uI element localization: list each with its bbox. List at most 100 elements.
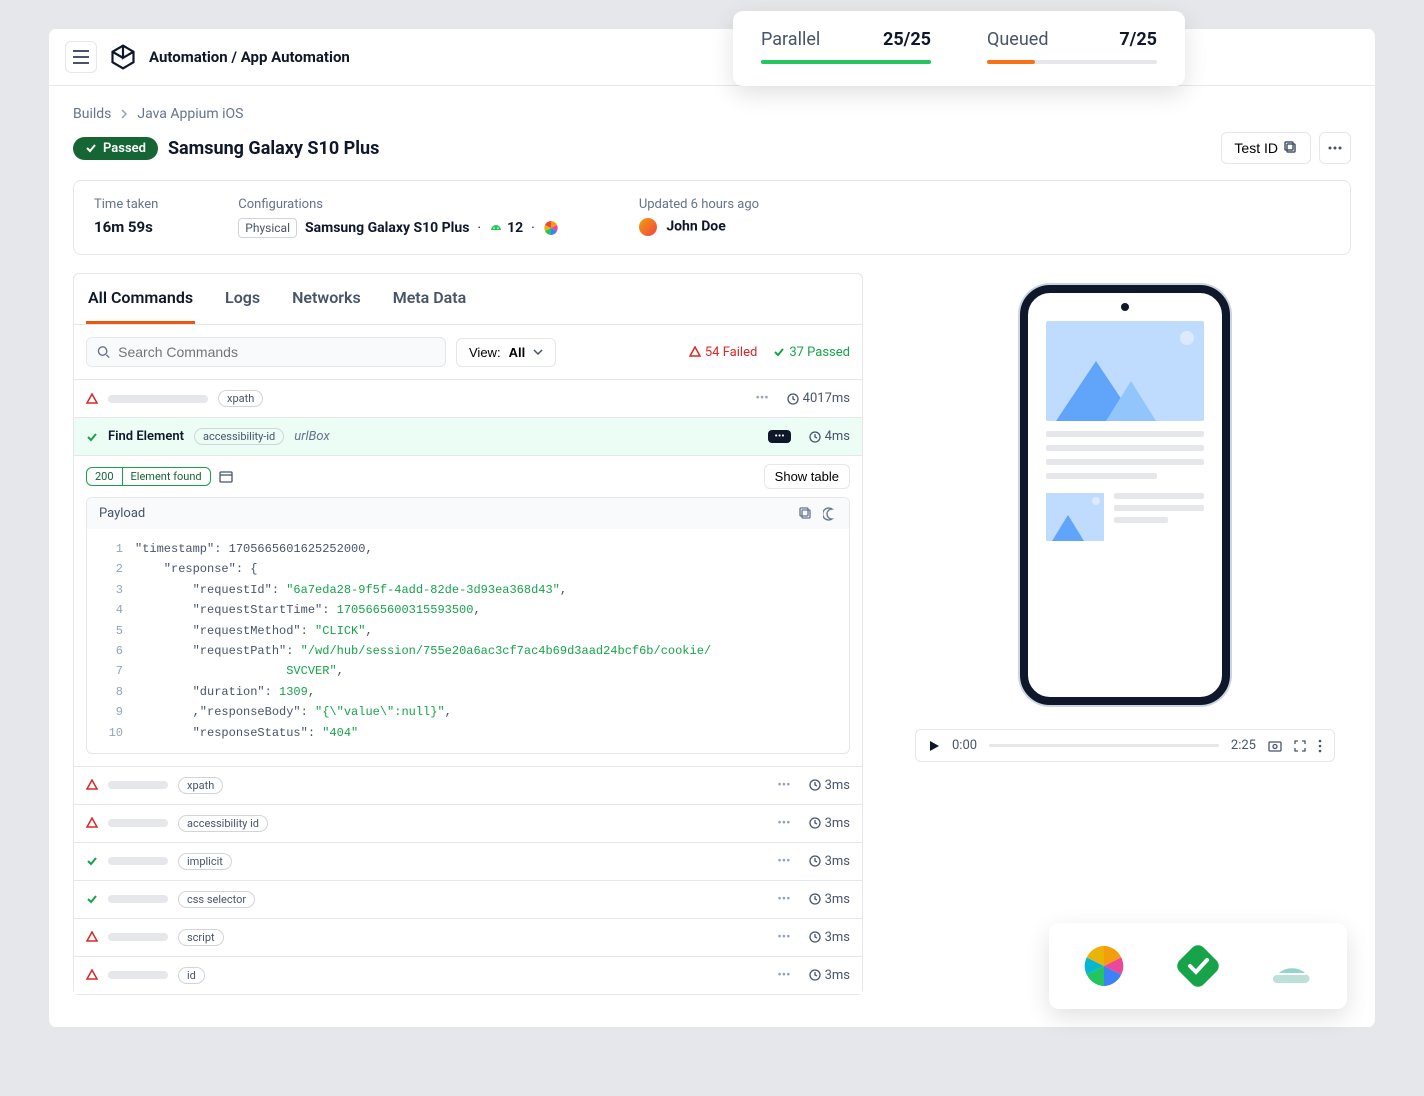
command-row[interactable]: id•••3ms [74,956,862,994]
video-player: 0:00 2:25 [915,729,1335,762]
seek-bar[interactable] [989,744,1219,747]
breadcrumb-root[interactable]: Builds [73,106,111,122]
show-table-button[interactable]: Show table [764,464,850,489]
camera-icon[interactable] [1268,740,1282,752]
queued-bar [987,60,1157,64]
parallel-bar [761,60,931,64]
skeleton [108,857,168,865]
payload-title: Payload [99,506,145,521]
tab-networks[interactable]: Networks [290,274,363,324]
row-menu[interactable]: ••• [777,854,790,869]
clock-icon [809,969,821,981]
breadcrumb: Builds Java Appium iOS [73,106,1351,122]
queued-label: Queued [987,29,1048,50]
clock-icon [809,893,821,905]
time-total: 2:25 [1231,738,1256,753]
fullscreen-icon[interactable] [1294,740,1306,752]
row-time: 3ms [809,930,850,945]
more-icon[interactable] [1318,739,1322,753]
search-icon [97,345,110,359]
command-row[interactable]: xpath ••• 3ms [74,766,862,804]
config-label: Configurations [238,197,559,212]
row-time: 3ms [809,892,850,907]
command-row[interactable]: script ••• 3ms [74,918,862,956]
tab-all-commands[interactable]: All Commands [86,274,195,324]
payload-panel: Payload 1"timestamp": 170566560162525200… [86,497,850,754]
more-button[interactable] [1319,132,1351,164]
user-name: John Doe [666,219,725,235]
avatar [639,218,657,236]
warn-icon [689,346,701,358]
menu-button[interactable] [65,41,97,73]
row-menu[interactable]: ••• [777,778,790,793]
search-input[interactable] [118,344,435,360]
search-input-wrap[interactable] [86,337,446,367]
check-icon [86,893,98,905]
locator-pill: accessibility id [178,815,268,832]
payload-code: 1"timestamp": 1705665601625252000,2 "res… [87,529,849,753]
warn-icon [86,393,98,405]
view-filter-button[interactable]: View: All [456,338,556,367]
queued-value: 7/25 [1119,29,1157,50]
product-logo-icon [109,43,137,71]
tab-bar: All Commands Logs Networks Meta Data [74,274,862,325]
tab-metadata[interactable]: Meta Data [391,274,469,324]
skeleton [108,819,168,827]
time-taken-value: 16m 59s [94,218,158,236]
tab-logs[interactable]: Logs [223,274,262,324]
clock-icon [809,779,821,791]
status-badge: Passed [73,137,158,160]
locator-pill: xpath [178,777,223,794]
clock-icon [809,855,821,867]
skeleton [108,895,168,903]
color-wheel-icon [1081,943,1127,989]
updated-label: Updated 6 hours ago [639,197,759,212]
skeleton [108,971,168,979]
command-row[interactable]: implicit•••3ms [74,842,862,880]
warn-icon [86,779,98,791]
camera-dot-icon [1121,303,1129,311]
copy-icon[interactable] [799,507,813,521]
window-icon[interactable] [219,470,233,484]
row-menu[interactable]: ••• [777,968,790,983]
dots-icon [1328,146,1342,150]
espresso-icon [1269,943,1315,989]
os-indicator: 12 [489,220,523,236]
row-menu[interactable]: ••• [777,930,790,945]
command-row[interactable]: accessibility id ••• 3ms [74,804,862,842]
test-id-button[interactable]: Test ID [1221,132,1311,164]
locator-pill: id [178,967,205,984]
warn-icon [86,931,98,943]
row-menu[interactable]: ••• [755,391,768,406]
row-menu[interactable]: ••• [777,892,790,907]
locator-pill: script [178,929,224,946]
locator-pill: accessibility-id [194,428,284,445]
moon-icon[interactable] [823,507,837,521]
check-icon [86,431,98,443]
parallel-label: Parallel [761,29,820,50]
info-panel: Time taken 16m 59s Configurations Physic… [73,180,1351,255]
concurrency-card: Parallel 25/25 Queued 7/25 [733,11,1185,86]
command-row-expanded[interactable]: Find Element accessibility-id urlBox •••… [74,417,862,455]
row-time: 3ms [809,778,850,793]
row-menu[interactable]: ••• [777,816,790,831]
skeleton [108,781,168,789]
breadcrumb-leaf: Java Appium iOS [137,106,243,122]
check-icon [86,855,98,867]
android-icon [489,221,503,235]
copy-icon [1284,141,1298,155]
row-time: 3ms [809,816,850,831]
time-current: 0:00 [952,738,977,753]
parallel-value: 25/25 [883,29,931,50]
command-row[interactable]: css selector ••• 3ms [74,880,862,918]
clock-icon [809,931,821,943]
command-row[interactable]: xpath ••• 4017ms [74,379,862,417]
warn-icon [86,969,98,981]
check-icon [85,142,97,154]
locator-pill: xpath [218,390,263,407]
clock-icon [809,817,821,829]
play-button[interactable] [928,740,940,752]
page-title: Samsung Galaxy S10 Plus [168,138,379,159]
locator-pill: css selector [178,891,255,908]
result-badges: 200 Element found [86,467,211,486]
